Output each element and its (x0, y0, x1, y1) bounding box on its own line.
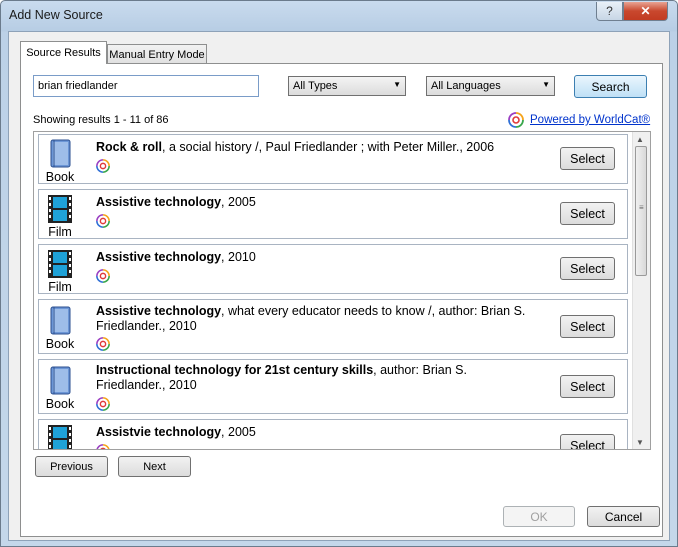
results-count: Showing results 1 - 11 of 86 (33, 114, 169, 126)
result-row: Assistvie technology, 2005 Select (38, 419, 628, 449)
search-button[interactable]: Search (574, 75, 647, 98)
result-title: Assistvie technology (96, 425, 222, 439)
help-button[interactable]: ? (596, 2, 623, 21)
select-button[interactable]: Select (560, 202, 615, 225)
title-bar: Add New Source ? ✕ (1, 1, 677, 31)
result-title: Assistive technology (96, 304, 222, 318)
result-title: Rock & roll (96, 140, 162, 154)
result-type-label: Book (45, 397, 75, 411)
scrollbar-thumb[interactable]: ≡ (635, 146, 647, 276)
worldcat-logo-icon (508, 112, 524, 128)
result-description: Assistive technology, 2010 (96, 250, 536, 265)
worldcat-logo-icon (96, 444, 110, 449)
result-description: Assistive technology, 2005 (96, 195, 536, 210)
cancel-button[interactable]: Cancel (587, 506, 660, 527)
window-title: Add New Source (9, 8, 103, 22)
chevron-down-icon: ▼ (393, 80, 401, 89)
grip-icon: ≡ (639, 203, 644, 212)
language-filter-select[interactable]: All Languages ▼ (426, 76, 555, 96)
result-title: Assistive technology (96, 250, 222, 264)
select-button[interactable]: Select (560, 315, 615, 338)
result-type-label: Book (45, 170, 75, 184)
result-row: Book Rock & roll, a social history /, Pa… (38, 134, 628, 184)
search-input[interactable] (33, 75, 259, 97)
worldcat-logo-icon (96, 214, 110, 228)
worldcat-logo-icon (96, 337, 110, 351)
result-row: Film Assistive technology, 2010 Select (38, 244, 628, 294)
result-description: Assistive technology, what every educato… (96, 304, 536, 333)
select-button[interactable]: Select (560, 147, 615, 170)
powered-by-worldcat-link[interactable]: Powered by WorldCat® (508, 112, 650, 128)
worldcat-logo-icon (96, 397, 110, 411)
previous-button[interactable]: Previous (35, 456, 108, 477)
chevron-down-icon: ▼ (542, 80, 550, 89)
result-row: Film Assistive technology, 2005 Select (38, 189, 628, 239)
source-results-panel: All Types ▼ All Languages ▼ Search Showi… (20, 63, 663, 537)
close-button[interactable]: ✕ (623, 2, 668, 21)
result-description: Rock & roll, a social history /, Paul Fr… (96, 140, 536, 155)
film-icon (39, 194, 81, 227)
scroll-up-arrow-icon[interactable]: ▲ (636, 135, 644, 144)
type-filter-select[interactable]: All Types ▼ (288, 76, 406, 96)
next-button[interactable]: Next (118, 456, 191, 477)
language-filter-value: All Languages (431, 80, 501, 92)
results-list: Book Rock & roll, a social history /, Pa… (33, 131, 651, 450)
film-icon (39, 249, 81, 282)
worldcat-logo-icon (96, 269, 110, 283)
result-type-label: Film (48, 225, 72, 239)
select-button[interactable]: Select (560, 434, 615, 449)
result-detail: , a social history /, Paul Friedlander ;… (162, 140, 495, 154)
result-detail: , 2005 (221, 425, 256, 439)
results-scrollbar[interactable]: ▲ ≡ ▼ (632, 132, 650, 449)
tab-manual-entry-mode[interactable]: Manual Entry Mode (107, 44, 207, 64)
film-icon (39, 424, 81, 449)
result-description: Instructional technology for 21st centur… (96, 363, 536, 392)
powered-by-text: Powered by WorldCat® (530, 114, 651, 126)
result-title: Assistive technology (96, 195, 222, 209)
scroll-down-arrow-icon[interactable]: ▼ (636, 438, 644, 447)
result-row: Book Instructional technology for 21st c… (38, 359, 628, 414)
book-icon (39, 139, 81, 172)
dialog-body: Source Results Manual Entry Mode All Typ… (8, 31, 670, 541)
worldcat-logo-icon (96, 159, 110, 173)
book-icon (39, 306, 81, 339)
result-type-label: Film (48, 280, 72, 294)
result-row: Book Assistive technology, what every ed… (38, 299, 628, 354)
book-icon (39, 366, 81, 399)
result-detail: , 2010 (221, 250, 256, 264)
result-type-label: Book (45, 337, 75, 351)
add-new-source-dialog: Add New Source ? ✕ Source Results Manual… (0, 0, 678, 547)
type-filter-value: All Types (293, 80, 338, 92)
result-title: Instructional technology for 21st centur… (96, 363, 374, 377)
result-description: Assistvie technology, 2005 (96, 425, 536, 440)
ok-button[interactable]: OK (503, 506, 575, 527)
select-button[interactable]: Select (560, 375, 615, 398)
select-button[interactable]: Select (560, 257, 615, 280)
result-detail: , 2005 (221, 195, 256, 209)
tab-source-results[interactable]: Source Results (20, 41, 107, 64)
